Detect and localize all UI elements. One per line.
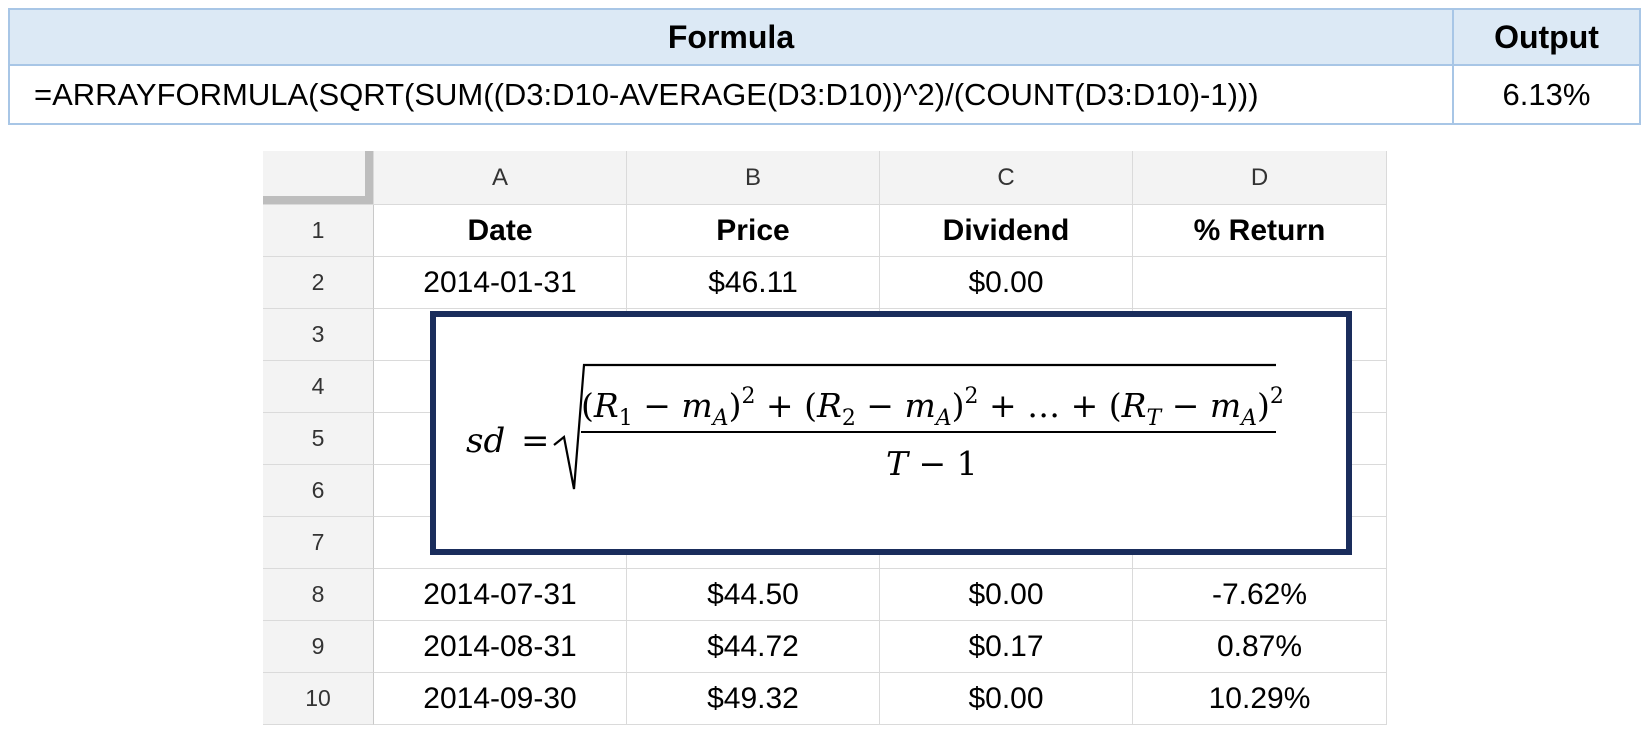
formula-lhs: sd <box>466 421 505 461</box>
cell-d10[interactable]: 10.29% <box>1133 673 1387 725</box>
std-dev-formula-box: (R1 − mA)² + (R2 − mA)² + … + (RT − mA)²… <box>430 311 1352 555</box>
cell-b8[interactable]: $44.50 <box>627 569 880 621</box>
cell-d2[interactable] <box>1133 257 1387 309</box>
row-header-4[interactable]: 4 <box>263 361 374 413</box>
formula-equals: = <box>521 421 550 461</box>
formula-numerator: (R1 − mA)2 + (R2 − mA)2 + … + (RT − mA)2 <box>581 384 1284 431</box>
select-all-corner[interactable] <box>263 151 374 205</box>
row-header-1[interactable]: 1 <box>263 205 374 257</box>
cell-c2[interactable]: $0.00 <box>880 257 1133 309</box>
column-header-c[interactable]: C <box>880 151 1133 205</box>
cell-c10[interactable]: $0.00 <box>880 673 1133 725</box>
formula-denominator: T − 1 <box>886 444 978 483</box>
output-value: 6.13% <box>1452 64 1641 125</box>
cell-c8[interactable]: $0.00 <box>880 569 1133 621</box>
formula-output-table: Formula Output =ARRAYFORMULA(SQRT(SUM((D… <box>8 8 1641 125</box>
output-header: Output <box>1452 8 1641 66</box>
cell-b10[interactable]: $49.32 <box>627 673 880 725</box>
cell-d9[interactable]: 0.87% <box>1133 621 1387 673</box>
cell-a1[interactable]: Date <box>374 205 627 257</box>
row-header-6[interactable]: 6 <box>263 465 374 517</box>
row-header-3[interactable]: 3 <box>263 309 374 361</box>
cell-a2[interactable]: 2014-01-31 <box>374 257 627 309</box>
cell-c1[interactable]: Dividend <box>880 205 1133 257</box>
row-header-10[interactable]: 10 <box>263 673 374 725</box>
row-header-9[interactable]: 9 <box>263 621 374 673</box>
cell-b1[interactable]: Price <box>627 205 880 257</box>
row-header-8[interactable]: 8 <box>263 569 374 621</box>
formula-header: Formula <box>8 8 1454 66</box>
cell-b9[interactable]: $44.72 <box>627 621 880 673</box>
cell-a10[interactable]: 2014-09-30 <box>374 673 627 725</box>
cell-b2[interactable]: $46.11 <box>627 257 880 309</box>
cell-a9[interactable]: 2014-08-31 <box>374 621 627 673</box>
column-header-b[interactable]: B <box>627 151 880 205</box>
cell-d1[interactable]: % Return <box>1133 205 1387 257</box>
row-header-7[interactable]: 7 <box>263 517 374 569</box>
cell-d8[interactable]: -7.62% <box>1133 569 1387 621</box>
row-header-5[interactable]: 5 <box>263 413 374 465</box>
cell-a8[interactable]: 2014-07-31 <box>374 569 627 621</box>
formula-value: =ARRAYFORMULA(SQRT(SUM((D3:D10-AVERAGE(D… <box>8 64 1454 125</box>
row-header-2[interactable]: 2 <box>263 257 374 309</box>
column-header-a[interactable]: A <box>374 151 627 205</box>
formula-svg: sd = (R1 − mA)2 + (R2 − mA)2 + … + (RT −… <box>466 363 1284 490</box>
column-header-d[interactable]: D <box>1133 151 1387 205</box>
cell-c9[interactable]: $0.17 <box>880 621 1133 673</box>
